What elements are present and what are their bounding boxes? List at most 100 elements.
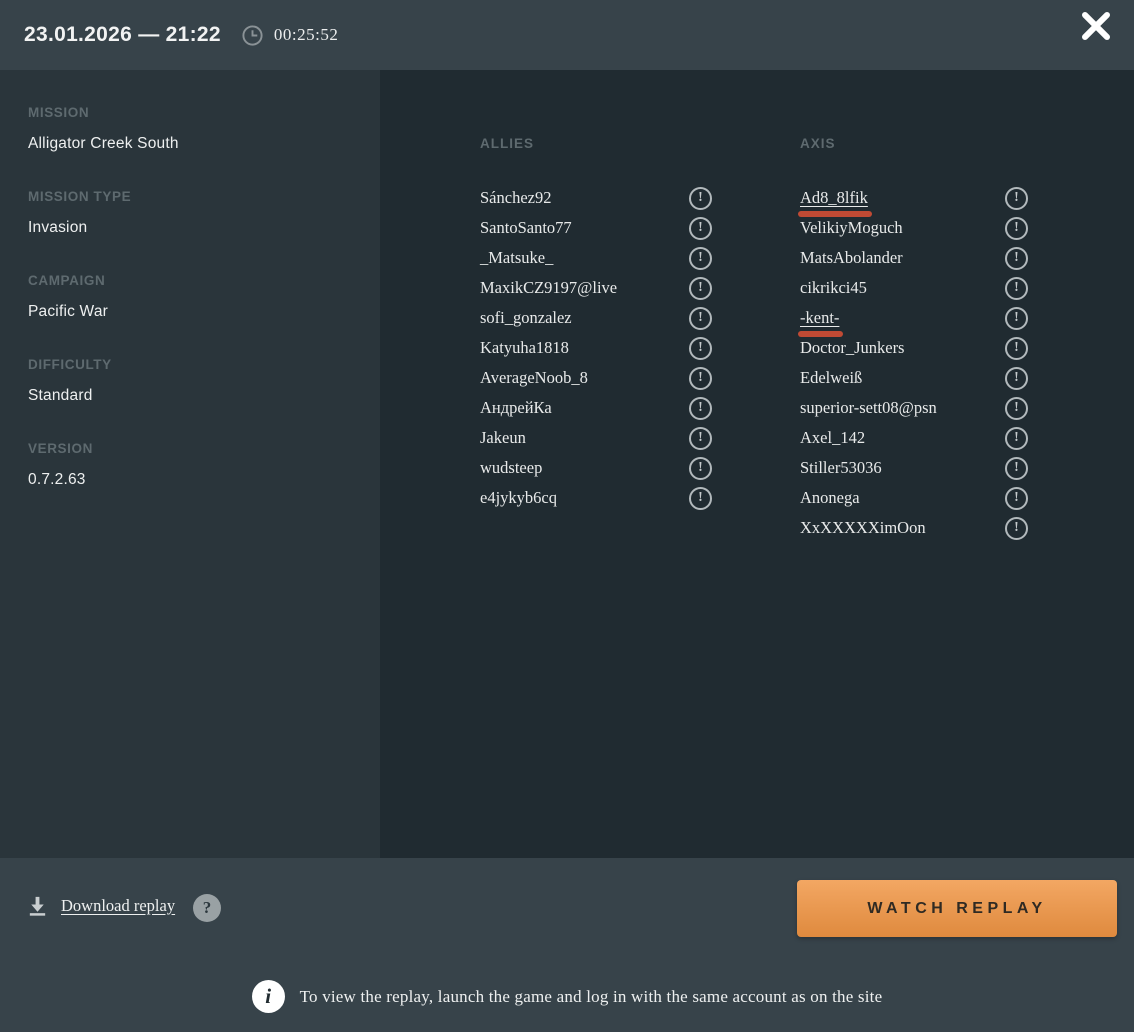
info-label: MISSION [28, 105, 352, 121]
exclamation-circle-icon[interactable]: ! [689, 247, 712, 270]
exclamation-circle-icon[interactable]: ! [1005, 367, 1028, 390]
player-name: XxXXXXXimOon [800, 518, 926, 538]
exclamation-circle-icon[interactable]: ! [689, 187, 712, 210]
info-label: DIFFICULTY [28, 357, 352, 373]
player-row: АндрейКа ! [480, 393, 712, 423]
info-label: MISSION TYPE [28, 189, 352, 205]
match-datetime: 23.01.2026 — 21:22 [24, 23, 221, 47]
info-value: Pacific War [28, 303, 352, 321]
player-row: sofi_gonzalez ! [480, 303, 712, 333]
allies-title: ALLIES [480, 136, 712, 152]
download-arrow-icon [26, 894, 49, 917]
close-button[interactable] [1074, 4, 1118, 48]
exclamation-circle-icon[interactable]: ! [1005, 247, 1028, 270]
player-row: AverageNoob_8 ! [480, 363, 712, 393]
player-row: e4jykyb6cq ! [480, 483, 712, 513]
exclamation-circle-icon[interactable]: ! [689, 457, 712, 480]
player-row: wudsteep ! [480, 453, 712, 483]
player-name: MaxikCZ9197@live [480, 278, 617, 298]
watch-replay-button[interactable]: WATCH REPLAY [797, 880, 1117, 937]
modal-footer: Download replay ? WATCH REPLAY i To view… [0, 858, 1134, 1032]
player-name: superior-sett08@psn [800, 398, 937, 418]
replay-info-text: To view the replay, launch the game and … [300, 987, 883, 1007]
player-row: SantoSanto77 ! [480, 213, 712, 243]
axis-player-list: Ad8_8lfik ! VelikiyMoguch ! MatsAbolande… [800, 183, 1028, 543]
exclamation-circle-icon[interactable]: ! [689, 277, 712, 300]
player-row: Jakeun ! [480, 423, 712, 453]
player-name: MatsAbolander [800, 248, 903, 268]
help-button[interactable]: ? [193, 894, 221, 922]
info-icon: i [252, 980, 285, 1013]
player-row: superior-sett08@psn ! [800, 393, 1028, 423]
player-row: Stiller53036 ! [800, 453, 1028, 483]
player-name: Sánchez92 [480, 188, 551, 208]
allies-player-list: Sánchez92 ! SantoSanto77 ! _Matsuke_ ! M… [480, 183, 712, 513]
exclamation-circle-icon[interactable]: ! [1005, 277, 1028, 300]
info-value: Alligator Creek South [28, 135, 352, 153]
player-name: -kent- [800, 308, 839, 328]
player-name: Edelweiß [800, 368, 862, 388]
exclamation-circle-icon[interactable]: ! [1005, 457, 1028, 480]
player-row: Sánchez92 ! [480, 183, 712, 213]
player-row: Edelweiß ! [800, 363, 1028, 393]
player-name: _Matsuke_ [480, 248, 553, 268]
exclamation-circle-icon[interactable]: ! [1005, 337, 1028, 360]
exclamation-circle-icon[interactable]: ! [689, 337, 712, 360]
player-name: wudsteep [480, 458, 542, 478]
player-row: Doctor_Junkers ! [800, 333, 1028, 363]
exclamation-circle-icon[interactable]: ! [689, 217, 712, 240]
exclamation-circle-icon[interactable]: ! [689, 367, 712, 390]
player-row: MaxikCZ9197@live ! [480, 273, 712, 303]
axis-title: AXIS [800, 136, 1028, 152]
player-row: Axel_142 ! [800, 423, 1028, 453]
close-icon [1085, 15, 1107, 37]
exclamation-circle-icon[interactable]: ! [1005, 427, 1028, 450]
player-row: VelikiyMoguch ! [800, 213, 1028, 243]
player-name: Axel_142 [800, 428, 865, 448]
player-row: -kent- ! [800, 303, 1028, 333]
exclamation-circle-icon[interactable]: ! [1005, 397, 1028, 420]
info-value: 0.7.2.63 [28, 471, 352, 489]
exclamation-circle-icon[interactable]: ! [1005, 517, 1028, 540]
player-row: Anonega ! [800, 483, 1028, 513]
player-row: XxXXXXXimOon ! [800, 513, 1028, 543]
exclamation-circle-icon[interactable]: ! [1005, 487, 1028, 510]
player-row: Katyuha1818 ! [480, 333, 712, 363]
player-name: Katyuha1818 [480, 338, 569, 358]
mission-info-group: VERSION 0.7.2.63 [28, 441, 352, 489]
exclamation-circle-icon[interactable]: ! [1005, 307, 1028, 330]
replay-details-modal: 23.01.2026 — 21:22 00:25:52 MISSION Alli… [0, 0, 1134, 1032]
player-name: Anonega [800, 488, 860, 508]
player-name: VelikiyMoguch [800, 218, 903, 238]
mission-info-group: DIFFICULTY Standard [28, 357, 352, 405]
exclamation-circle-icon[interactable]: ! [689, 397, 712, 420]
modal-content: MISSION Alligator Creek South MISSION TY… [0, 70, 1134, 858]
mission-info-sidebar: MISSION Alligator Creek South MISSION TY… [0, 70, 380, 858]
player-row: _Matsuke_ ! [480, 243, 712, 273]
player-name: SantoSanto77 [480, 218, 572, 238]
exclamation-circle-icon[interactable]: ! [689, 427, 712, 450]
exclamation-circle-icon[interactable]: ! [1005, 187, 1028, 210]
exclamation-circle-icon[interactable]: ! [1005, 217, 1028, 240]
exclamation-circle-icon[interactable]: ! [689, 487, 712, 510]
player-name: Stiller53036 [800, 458, 882, 478]
player-name: e4jykyb6cq [480, 488, 557, 508]
download-replay-label: Download replay [61, 896, 175, 916]
mission-info-group: MISSION Alligator Creek South [28, 105, 352, 153]
player-name: sofi_gonzalez [480, 308, 572, 328]
info-value: Standard [28, 387, 352, 405]
info-value: Invasion [28, 219, 352, 237]
allies-column: ALLIES Sánchez92 ! SantoSanto77 ! _Matsu… [480, 136, 712, 858]
info-label: CAMPAIGN [28, 273, 352, 289]
exclamation-circle-icon[interactable]: ! [689, 307, 712, 330]
modal-header: 23.01.2026 — 21:22 00:25:52 [0, 0, 1134, 70]
mission-info-group: MISSION TYPE Invasion [28, 189, 352, 237]
player-name: AverageNoob_8 [480, 368, 588, 388]
player-name: Doctor_Junkers [800, 338, 904, 358]
download-replay-link[interactable]: Download replay [26, 894, 175, 917]
axis-column: AXIS Ad8_8lfik ! VelikiyMoguch ! MatsAbo… [800, 136, 1028, 858]
info-label: VERSION [28, 441, 352, 457]
player-name: Ad8_8lfik [800, 188, 868, 208]
player-name: cikrikci45 [800, 278, 867, 298]
player-name: АндрейКа [480, 398, 552, 418]
